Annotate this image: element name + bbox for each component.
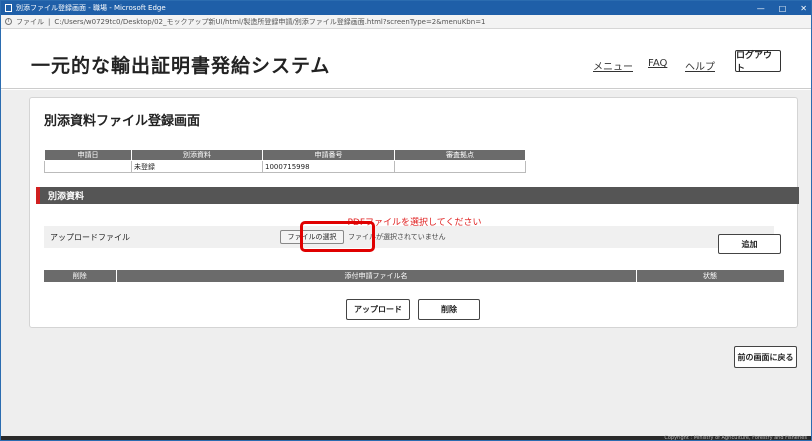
upload-button[interactable]: アップロード [346,299,410,320]
nav-help-link[interactable]: ヘルプ [685,58,715,73]
table-header-row: 申請日 別添資料 申請番号 審査拠点 [44,149,526,161]
app-header: 一元的な輸出証明書発給システム メニュー FAQ ヘルプ ログアウト [1,29,811,89]
delete-button[interactable]: 削除 [418,299,480,320]
window-title: 別添ファイル登録画面 - 職場 - Microsoft Edge [16,4,166,12]
upload-file-label: アップロードファイル [50,233,130,242]
column-header: 申請日 [44,149,132,161]
back-button[interactable]: 前の画面に戻る [734,346,797,368]
column-header: 申請番号 [262,149,395,161]
column-header: 状態 [636,270,785,282]
maximize-icon[interactable]: □ [779,4,787,13]
table-cell: 未登録 [131,160,263,173]
address-separator: | [48,17,51,26]
table-row: 未登録 1000715998 [44,160,526,173]
close-icon[interactable]: ✕ [800,4,807,13]
table-header-row: 削除 添付申請ファイル名 状態 [44,270,785,282]
table-cell [44,160,132,173]
add-button[interactable]: 追加 [718,234,781,254]
window-controls: — □ ✕ [757,1,807,15]
page-title: 別添資料ファイル登録画面 [44,114,201,129]
registration-card: 別添資料ファイル登録画面 申請日 別添資料 申請番号 審査拠点 未登録 1000… [29,97,799,328]
table-cell: 1000715998 [262,160,395,173]
footer: Copyright : Ministry of Agriculture, For… [1,435,811,441]
attached-files-table: 削除 添付申請ファイル名 状態 [44,270,785,282]
window-titlebar: 別添ファイル登録画面 - 職場 - Microsoft Edge — □ ✕ [1,1,811,15]
address-url[interactable]: C:/Users/w0729tc0/Desktop/02_モックアップ新UI/h… [54,17,485,27]
application-info-table: 申請日 別添資料 申請番号 審査拠点 未登録 1000715998 [44,149,526,173]
minimize-icon[interactable]: — [757,4,765,13]
column-header: 審査拠点 [394,149,526,161]
address-prefix: ファイル [16,17,44,26]
upload-file-row: アップロードファイル ファイルの選択 ファイルが選択されていません [44,226,774,248]
column-header: 削除 [44,270,117,282]
highlight-box [300,221,375,252]
copyright-text: Copyright : Ministry of Agriculture, For… [664,435,807,441]
nav-faq-link[interactable]: FAQ [648,58,667,69]
section-header: 別添資料 [36,187,799,204]
info-icon[interactable]: i [5,18,12,25]
column-header: 別添資料 [131,149,263,161]
table-cell [394,160,526,173]
column-header: 添付申請ファイル名 [116,270,637,282]
main-content: 別添資料ファイル登録画面 申請日 別添資料 申請番号 審査拠点 未登録 1000… [1,90,811,441]
address-bar[interactable]: i ファイル | C:/Users/w0729tc0/Desktop/02_モッ… [1,15,811,29]
logout-button[interactable]: ログアウト [735,50,781,74]
app-title: 一元的な輸出証明書発給システム [31,55,331,77]
browser-window: 別添ファイル登録画面 - 職場 - Microsoft Edge — □ ✕ i… [0,0,812,441]
nav-menu-link[interactable]: メニュー [593,58,633,73]
page-icon [5,4,12,12]
